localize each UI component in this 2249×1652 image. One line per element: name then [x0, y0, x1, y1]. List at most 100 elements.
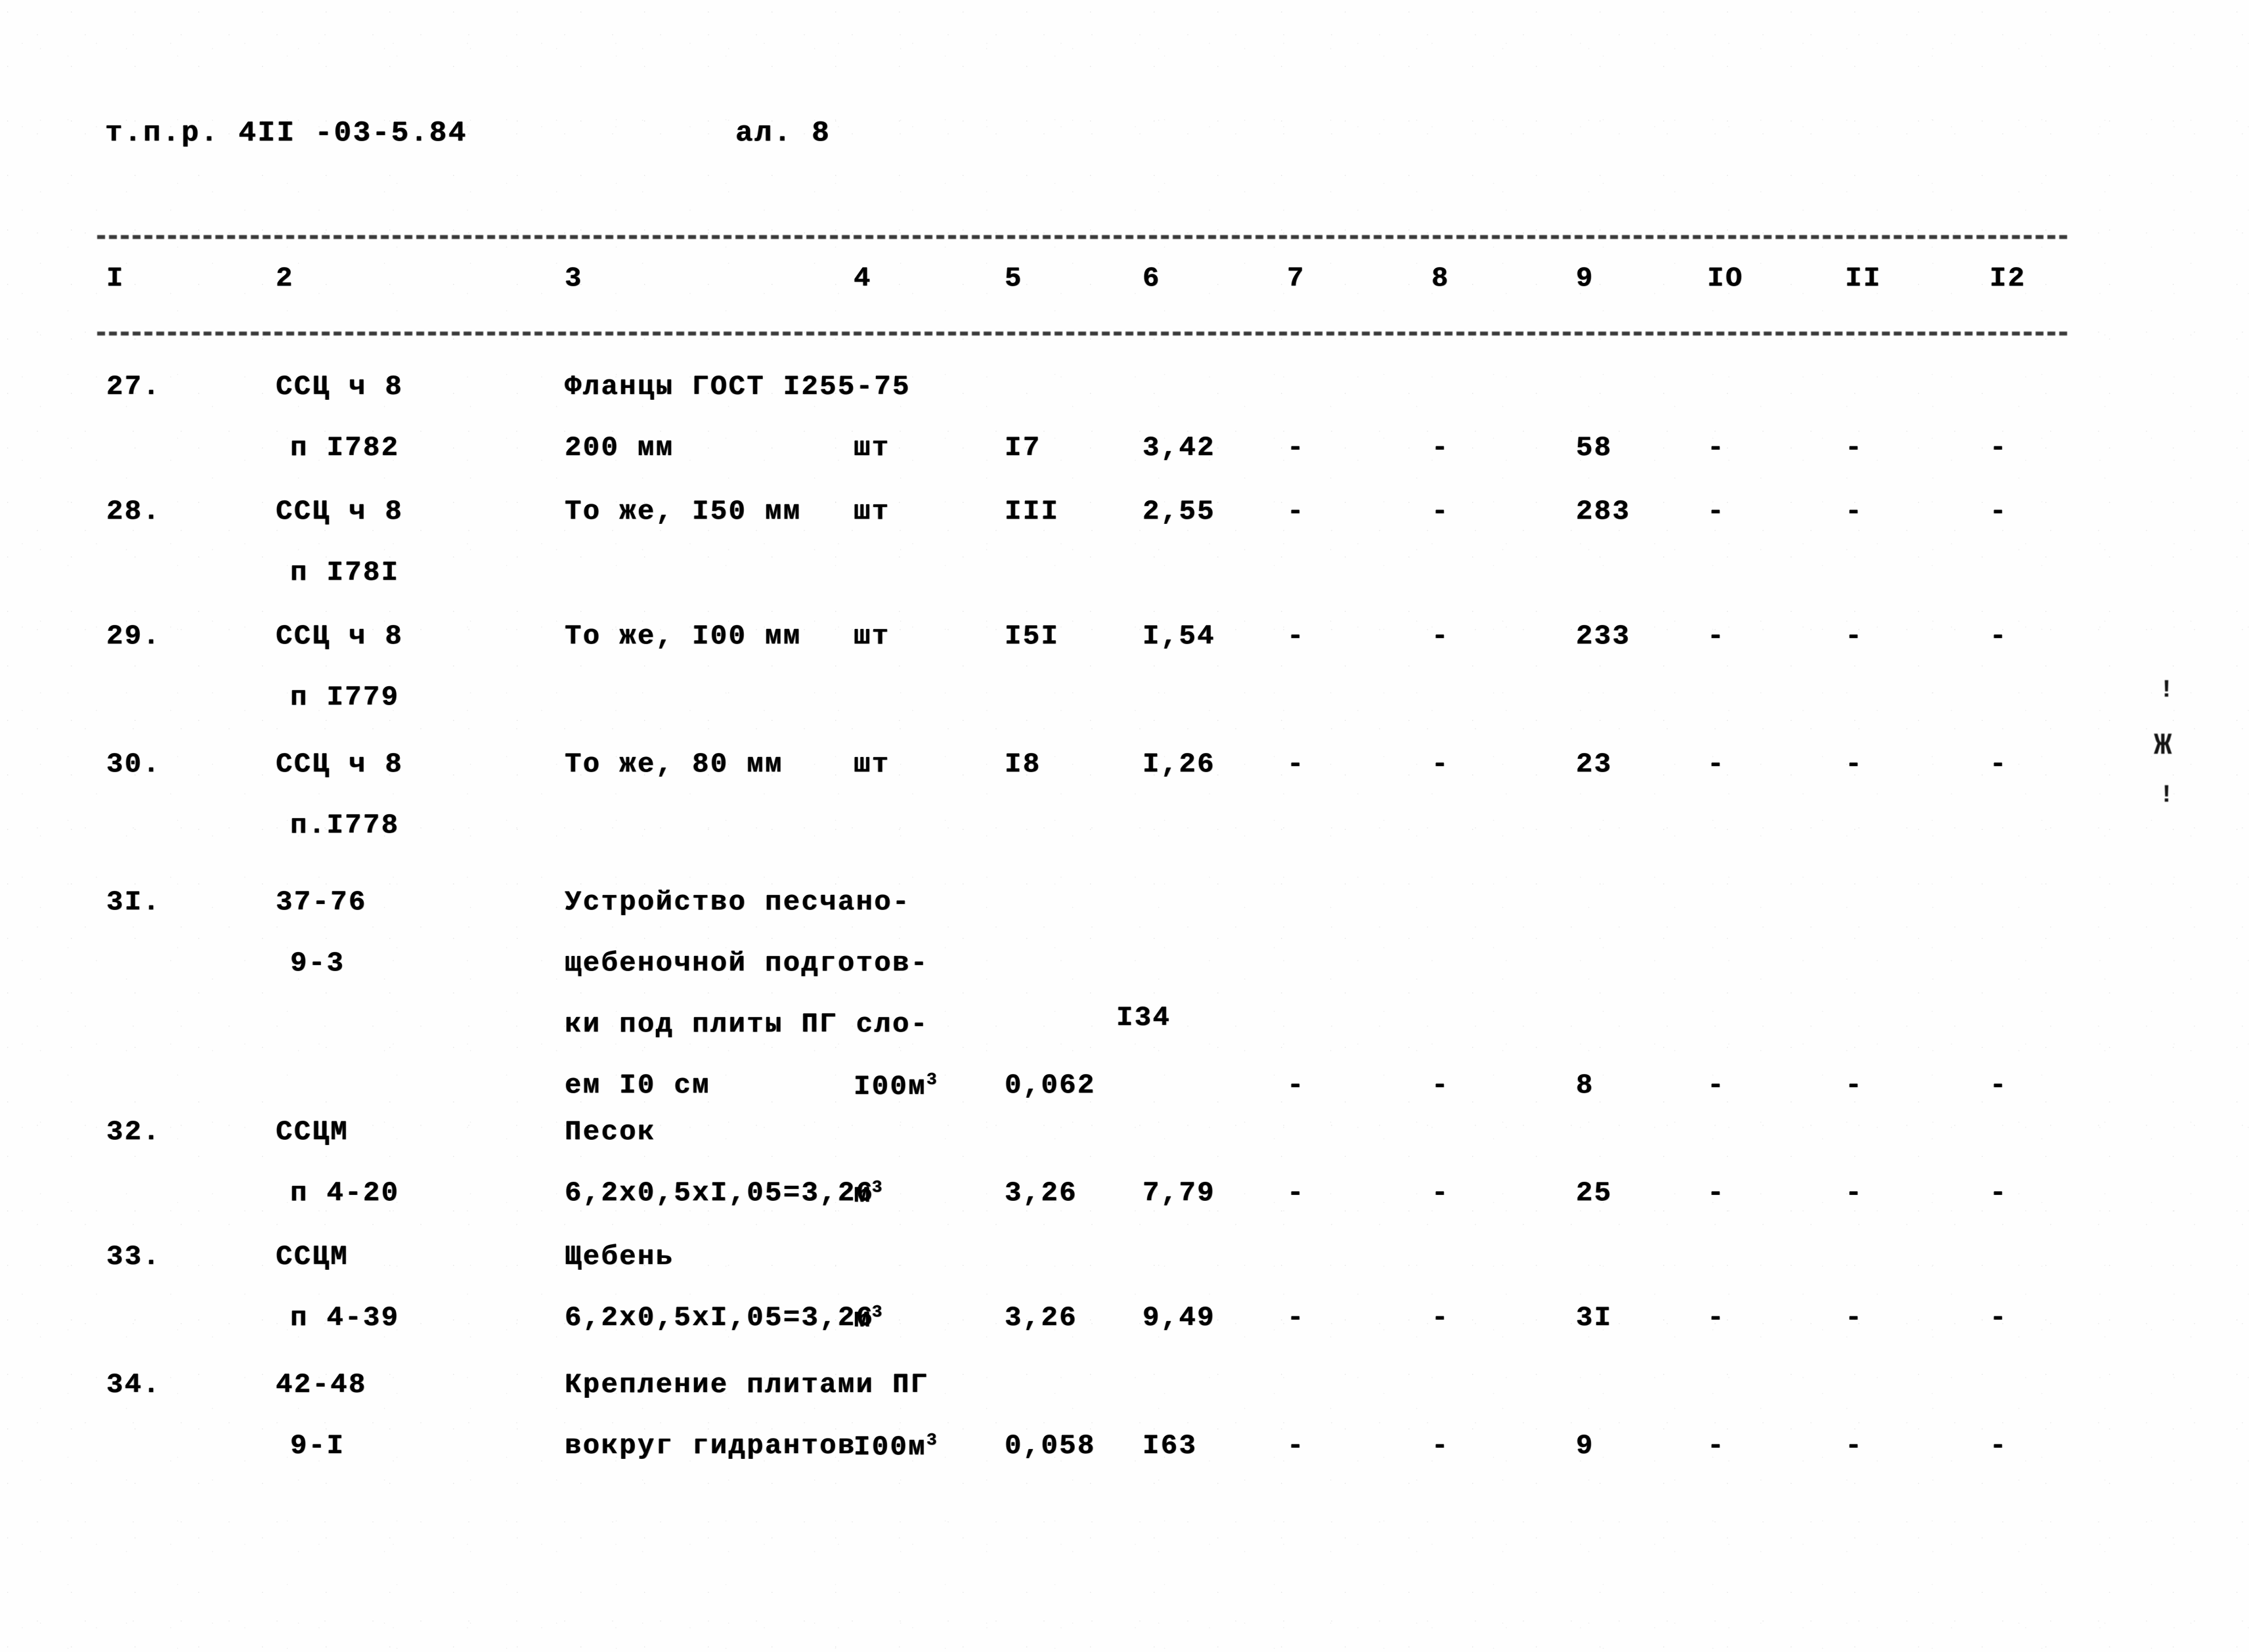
row-4-col12: - [1990, 1070, 2008, 1101]
row-6-col6: 9,49 [1143, 1302, 1215, 1334]
column-header-2: 2 [276, 263, 294, 294]
column-header-7: 7 [1287, 263, 1305, 294]
row-5-col5: 3,26 [1005, 1177, 1078, 1209]
row-0-col7: - [1287, 432, 1305, 464]
row-6-col12: - [1990, 1302, 2008, 1334]
margin-tick-top: ! [2159, 676, 2174, 705]
row-4-col7: - [1287, 1070, 1305, 1101]
row-0-description-line-0: Фланцы ГОСТ I255-75 [565, 371, 911, 402]
row-2-unit: шт [854, 620, 890, 652]
row-7-col6: I63 [1143, 1430, 1198, 1462]
row-6-description-line-1: 6,2х0,5хI,05=3,26 [565, 1302, 875, 1334]
row-2-col8: - [1431, 620, 1450, 652]
row-7-col8: - [1431, 1430, 1450, 1462]
row-1-description-line-0: То же, I50 мм [565, 496, 802, 527]
row-6-col8: - [1431, 1302, 1450, 1334]
column-header-9: 9 [1576, 263, 1594, 294]
column-header-3: 3 [565, 263, 583, 294]
column-header-1: I [106, 263, 125, 294]
row-7-unit-exponent: 3 [926, 1430, 939, 1450]
row-4-unit-exponent: 3 [926, 1070, 939, 1089]
row-6-col11: - [1845, 1302, 1864, 1334]
row-2-col6: I,54 [1143, 620, 1215, 652]
column-header-6: 6 [1143, 263, 1161, 294]
row-1-code-line-0: ССЦ ч 8 [276, 496, 404, 527]
row-5-col6: 7,79 [1143, 1177, 1215, 1209]
row-7-unit: I00м3 [854, 1430, 939, 1463]
row-3-col6: I,26 [1143, 749, 1215, 780]
row-5-unit: м3 [854, 1177, 884, 1210]
row-4-col8: - [1431, 1070, 1450, 1101]
row-7-col11: - [1845, 1430, 1864, 1462]
row-4-code-line-0: 37-76 [276, 886, 367, 918]
row-4-col9: 8 [1576, 1070, 1594, 1101]
row-4-description-line-3: ем I0 см [565, 1070, 710, 1101]
row-6-unit-exponent: 3 [871, 1302, 884, 1322]
row-30-number: 30. [106, 749, 162, 780]
row-0-code-line-0: ССЦ ч 8 [276, 371, 404, 402]
row-6-col10: - [1707, 1302, 1726, 1334]
row-4-description-line-0: Устройство песчано- [565, 886, 911, 918]
row-6-col9: 3I [1576, 1302, 1613, 1334]
row-3-col9: 23 [1576, 749, 1613, 780]
row-5-description-line-1: 6,2х0,5хI,05=3,26 [565, 1177, 875, 1209]
row-28-number: 28. [106, 496, 162, 527]
table-header-rule [97, 332, 2067, 336]
table-top-rule [97, 235, 2067, 239]
row-2-col10: - [1707, 620, 1726, 652]
row-34-number: 34. [106, 1369, 162, 1401]
row-1-col8: - [1431, 496, 1450, 527]
column-header-4: 4 [854, 263, 872, 294]
row-4-description-line-2: ки под плиты ПГ сло- [565, 1009, 929, 1040]
column-header-11: II [1845, 263, 1882, 294]
row-0-col9: 58 [1576, 432, 1613, 464]
document-reference-header: т.п.р. 4II -03-5.84 [105, 117, 468, 150]
row-29-number: 29. [106, 620, 162, 652]
row-7-description-line-0: Крепление плитами ПГ [565, 1369, 929, 1401]
row-0-col10: - [1707, 432, 1726, 464]
row-1-unit: шт [854, 496, 890, 527]
row-3-col12: - [1990, 749, 2008, 780]
scanned-page: т.п.р. 4II -03-5.84 ал. 8 I 2 3 4 5 6 7 8 9 IO II I… [0, 0, 2249, 1652]
row-6-col5: 3,26 [1005, 1302, 1078, 1334]
row-0-col12: - [1990, 432, 2008, 464]
row-2-col11: - [1845, 620, 1864, 652]
row-1-col9: 283 [1576, 496, 1631, 527]
row-5-unit-exponent: 3 [871, 1177, 884, 1197]
row-3-col5: I8 [1005, 749, 1041, 780]
row-5-col9: 25 [1576, 1177, 1613, 1209]
row-5-col11: - [1845, 1177, 1864, 1209]
row-5-col12: - [1990, 1177, 2008, 1209]
row-0-code-line-1: п I782 [290, 432, 400, 464]
row-2-code-line-1: п I779 [290, 682, 400, 713]
margin-mark-middle: Ж [2154, 729, 2172, 763]
row-2-col7: - [1287, 620, 1305, 652]
row-7-code-line-1: 9-I [290, 1430, 345, 1462]
row-2-description-line-0: То же, I00 мм [565, 620, 802, 652]
album-number-header: ал. 8 [735, 117, 831, 150]
row-3-code-line-0: ССЦ ч 8 [276, 749, 404, 780]
row-6-col7: - [1287, 1302, 1305, 1334]
row-4-col6-above: I34 [1116, 1002, 1171, 1033]
row-1-col6: 2,55 [1143, 496, 1215, 527]
row-7-col7: - [1287, 1430, 1305, 1462]
row-6-description-line-0: Щебень [565, 1241, 674, 1272]
row-5-code-line-1: п 4-20 [290, 1177, 400, 1209]
row-1-col11: - [1845, 496, 1864, 527]
row-3-col11: - [1845, 749, 1864, 780]
row-1-code-line-1: п I78I [290, 557, 400, 588]
row-0-col11: - [1845, 432, 1864, 464]
row-6-unit: м3 [854, 1302, 884, 1335]
row-2-col12: - [1990, 620, 2008, 652]
row-4-col5: 0,062 [1005, 1070, 1096, 1101]
row-3-col8: - [1431, 749, 1450, 780]
row-1-col10: - [1707, 496, 1726, 527]
row-3-description-line-0: То же, 80 мм [565, 749, 783, 780]
row-0-col5: I7 [1005, 432, 1041, 464]
column-header-8: 8 [1431, 263, 1450, 294]
row-6-code-line-0: ССЦМ [276, 1241, 349, 1272]
row-2-col9: 233 [1576, 620, 1631, 652]
row-3I-number: 3I. [106, 886, 162, 918]
row-7-col12: - [1990, 1430, 2008, 1462]
row-1-col12: - [1990, 496, 2008, 527]
